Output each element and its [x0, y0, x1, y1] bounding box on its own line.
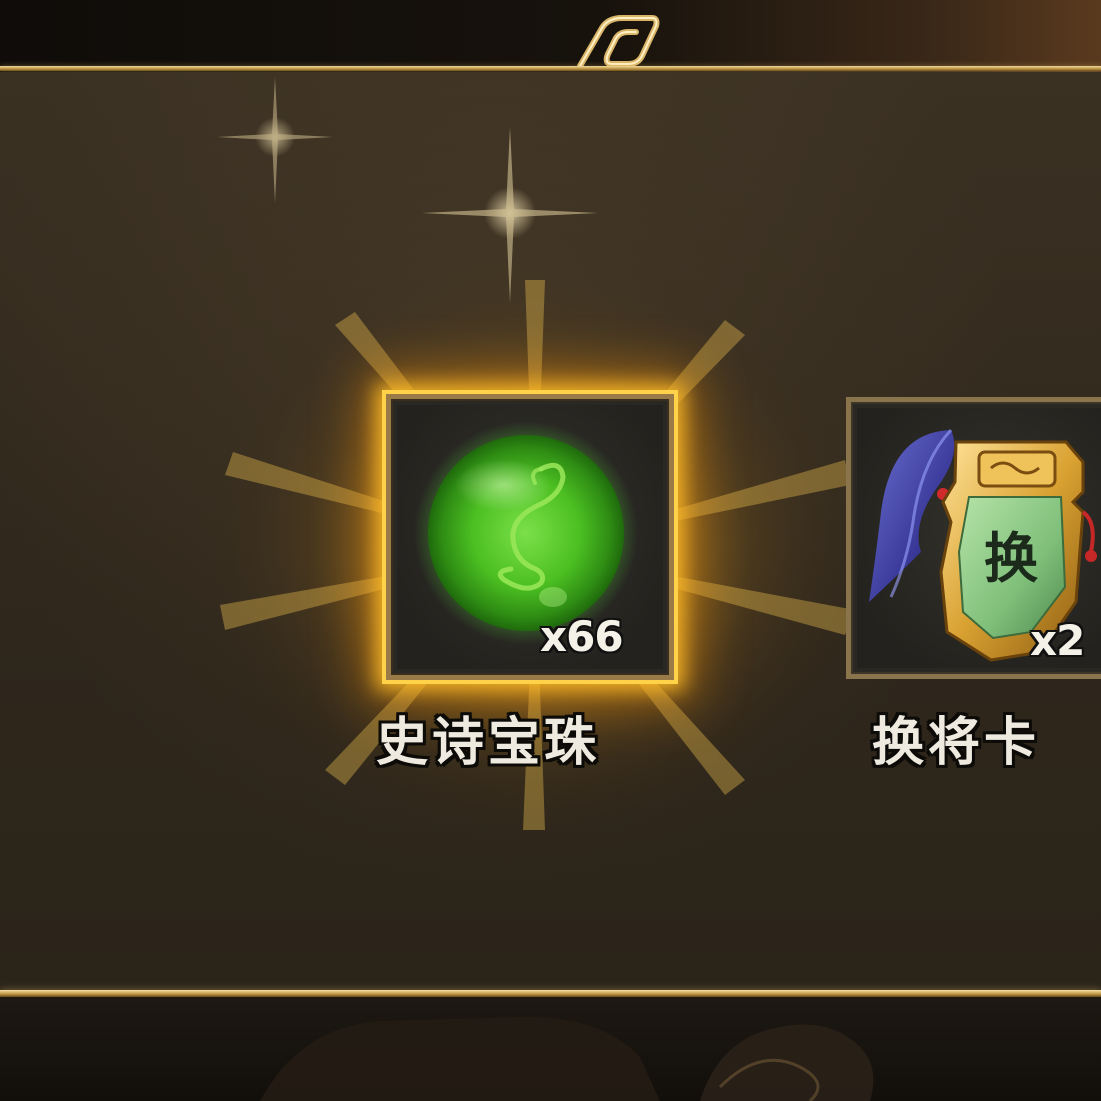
svg-text:换: 换: [984, 526, 1038, 590]
scroll-ornament-icon: [577, 15, 660, 69]
item-count: x66: [540, 612, 624, 661]
item-name: 史诗宝珠: [376, 713, 601, 773]
bottom-gold-rule: [0, 990, 1101, 997]
reward-screen: x66 史诗宝珠 换 x2 换将卡: [0, 0, 1101, 1101]
bottom-ornament: [260, 1016, 874, 1101]
item-name: 换将卡: [872, 713, 1041, 773]
sparkle-icon: [217, 77, 333, 203]
item-count: x2: [1030, 616, 1085, 665]
top-frame: [0, 0, 1101, 72]
top-gold-rule: [0, 66, 1101, 71]
green-orb-icon: [414, 421, 638, 645]
reward-slot-epic-orb[interactable]: [386, 394, 674, 680]
